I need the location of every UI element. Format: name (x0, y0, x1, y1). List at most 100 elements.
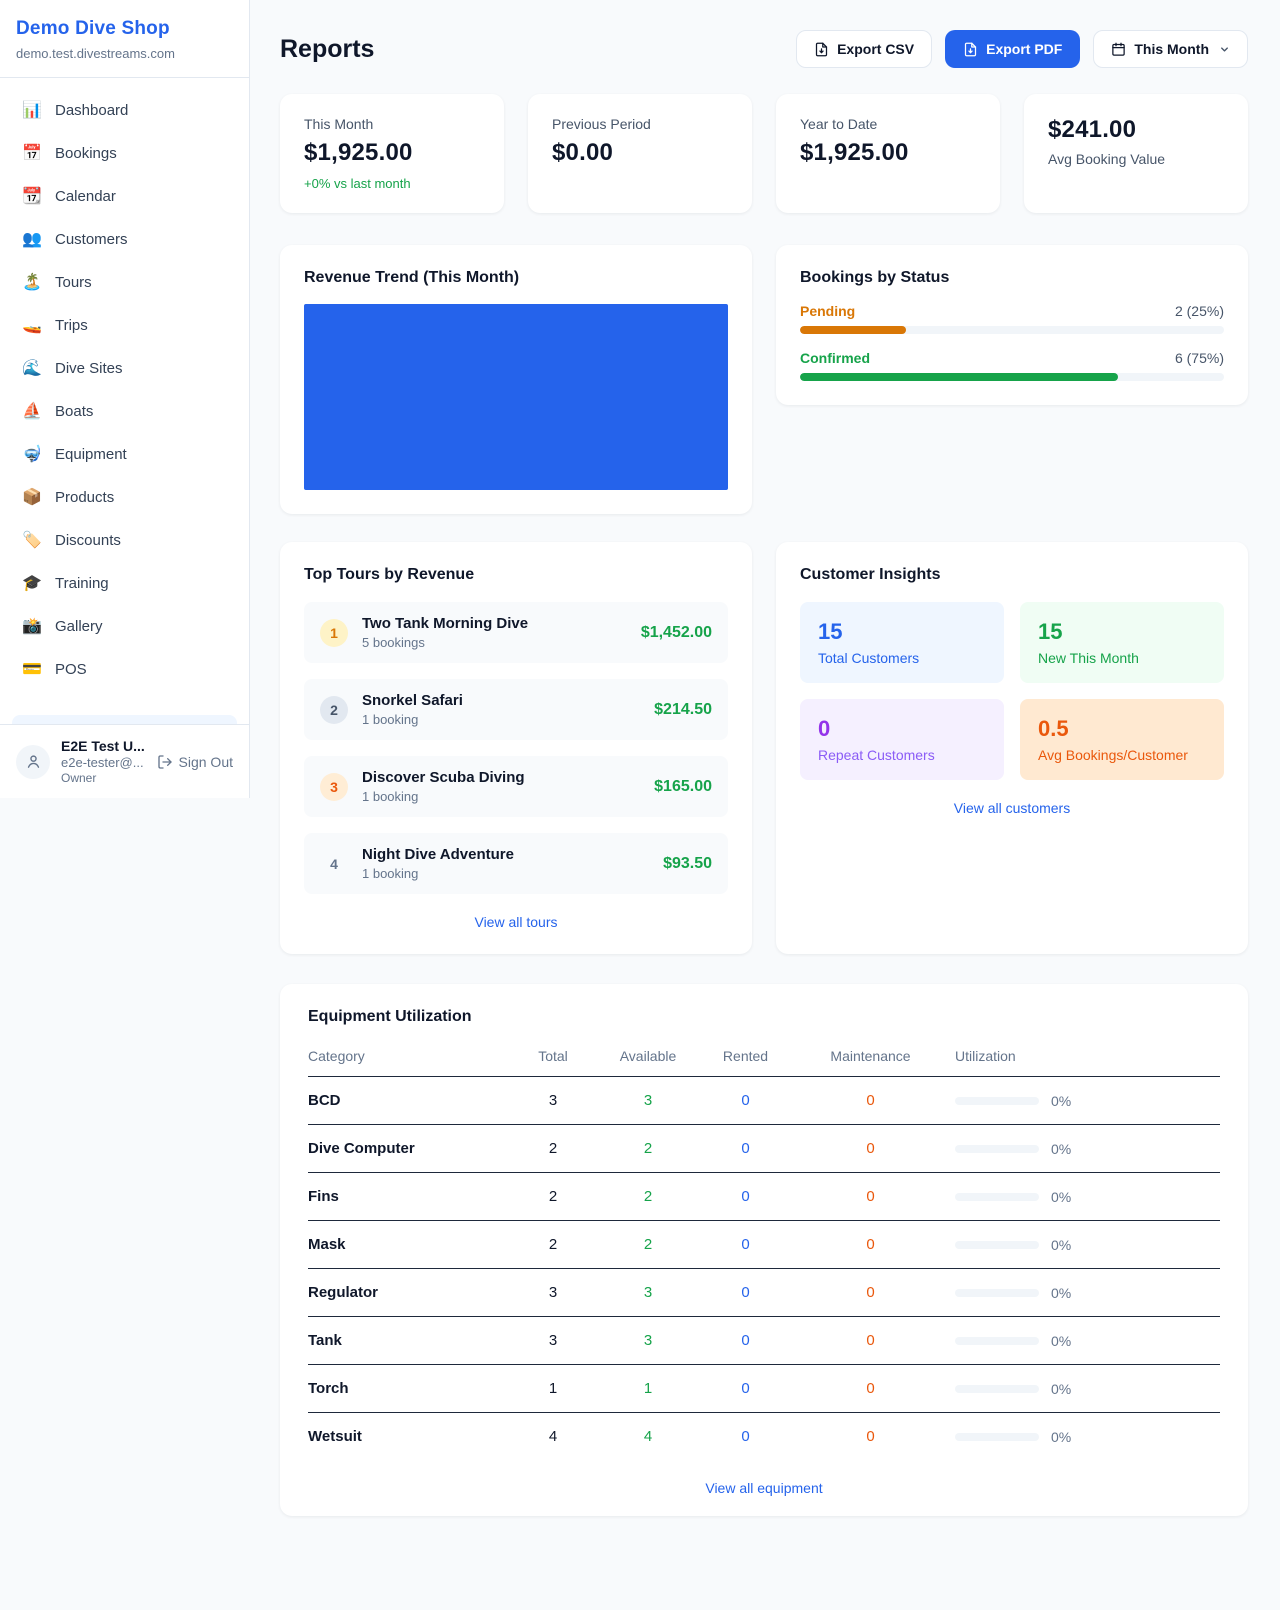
revenue-trend-card: Revenue Trend (This Month) (280, 245, 752, 514)
cell-rented: 0 (693, 1077, 798, 1125)
utilization-bar (955, 1385, 1039, 1393)
table-header-row: Category Total Available Rented Maintena… (308, 1040, 1220, 1077)
view-all-tours-link[interactable]: View all tours (304, 914, 728, 930)
logout-icon (157, 754, 173, 770)
status-bar-fill-pending (800, 326, 906, 334)
sidebar-item-gallery[interactable]: 📸 Gallery (12, 608, 237, 644)
top-tours-card: Top Tours by Revenue 1 Two Tank Morning … (280, 542, 752, 954)
table-row: BCD 3 3 0 0 0% (308, 1077, 1220, 1125)
status-count: 6 (75%) (1175, 350, 1224, 366)
cell-maintenance: 0 (798, 1125, 943, 1173)
camera-icon: 📸 (22, 616, 42, 636)
tour-revenue: $214.50 (654, 701, 712, 719)
cell-available: 2 (603, 1173, 693, 1221)
speedboat-icon: 🚤 (22, 315, 42, 335)
user-role: Owner (61, 771, 146, 785)
charts-row: Revenue Trend (This Month) Bookings by S… (280, 245, 1248, 514)
bookings-by-status-title: Bookings by Status (800, 269, 1224, 287)
sidebar-item-bookings[interactable]: 📅 Bookings (12, 135, 237, 171)
sidebar-item-boats[interactable]: ⛵ Boats (12, 393, 237, 429)
sidebar-item-label: Trips (55, 317, 88, 334)
calendar-date-icon: 📅 (22, 143, 42, 163)
column-header: Available (603, 1040, 693, 1077)
view-all-customers-link[interactable]: View all customers (800, 800, 1224, 816)
cell-total: 3 (503, 1077, 603, 1125)
table-row: Tank 3 3 0 0 0% (308, 1317, 1220, 1365)
insight-label: Total Customers (818, 650, 986, 666)
island-icon: 🏝️ (22, 272, 42, 292)
stat-card-this-month: This Month $1,925.00 +0% vs last month (280, 94, 504, 213)
table-row: Wetsuit 4 4 0 0 0% (308, 1413, 1220, 1461)
stat-value: $1,925.00 (304, 139, 480, 167)
chevron-down-icon (1219, 44, 1230, 55)
export-pdf-button[interactable]: Export PDF (945, 30, 1080, 68)
utilization-percent: 0% (1051, 1141, 1071, 1157)
avatar (16, 745, 50, 779)
page-header: Reports Export CSV Export PDF This Month (280, 30, 1248, 68)
sidebar-item-pos[interactable]: 💳 POS (12, 651, 237, 687)
cell-rented: 0 (693, 1173, 798, 1221)
sidebar-item-label: Gallery (55, 618, 103, 635)
stat-value: $1,925.00 (800, 139, 976, 167)
tour-bookings: 1 booking (362, 712, 640, 727)
insight-grid: 15 Total Customers 15 New This Month 0 R… (800, 602, 1224, 780)
cell-maintenance: 0 (798, 1221, 943, 1269)
equipment-utilization-title: Equipment Utilization (308, 1008, 1220, 1026)
package-icon: 📦 (22, 487, 42, 507)
sidebar-item-dashboard[interactable]: 📊 Dashboard (12, 92, 237, 128)
stat-label: This Month (304, 116, 480, 132)
export-csv-button[interactable]: Export CSV (796, 30, 932, 68)
tour-bookings: 5 bookings (362, 635, 627, 650)
insight-tile-avg-bookings: 0.5 Avg Bookings/Customer (1020, 699, 1224, 780)
view-all-equipment-link[interactable]: View all equipment (308, 1480, 1220, 1496)
tour-name: Night Dive Adventure (362, 846, 649, 863)
tour-bookings: 1 booking (362, 789, 640, 804)
sidebar-item-discounts[interactable]: 🏷️ Discounts (12, 522, 237, 558)
shop-domain: demo.test.divestreams.com (16, 46, 233, 61)
cell-category: Regulator (308, 1269, 503, 1317)
sidebar-item-tours[interactable]: 🏝️ Tours (12, 264, 237, 300)
sidebar-item-equipment[interactable]: 🤿 Equipment (12, 436, 237, 472)
rank-badge: 1 (320, 619, 348, 647)
revenue-trend-chart (304, 304, 728, 490)
header-actions: Export CSV Export PDF This Month (796, 30, 1248, 68)
tour-revenue: $165.00 (654, 778, 712, 796)
column-header: Utilization (943, 1040, 1220, 1077)
stats-row: This Month $1,925.00 +0% vs last month P… (280, 94, 1248, 213)
main-content: Reports Export CSV Export PDF This Month… (280, 0, 1248, 1516)
column-header: Category (308, 1040, 503, 1077)
utilization-bar (955, 1145, 1039, 1153)
sidebar-item-calendar[interactable]: 📆 Calendar (12, 178, 237, 214)
sidebar-item-products[interactable]: 📦 Products (12, 479, 237, 515)
utilization-bar (955, 1193, 1039, 1201)
column-header: Maintenance (798, 1040, 943, 1077)
sidebar-item-training[interactable]: 🎓 Training (12, 565, 237, 601)
sign-out-label: Sign Out (179, 754, 233, 770)
sign-out-button[interactable]: Sign Out (157, 754, 233, 770)
cell-category: Dive Computer (308, 1125, 503, 1173)
sidebar-item-label: Training (55, 575, 109, 592)
tour-row: 4 Night Dive Adventure 1 booking $93.50 (304, 833, 728, 894)
equipment-utilization-card: Equipment Utilization Category Total Ava… (280, 984, 1248, 1516)
sidebar-item-dive-sites[interactable]: 🌊 Dive Sites (12, 350, 237, 386)
file-download-icon (814, 42, 829, 57)
period-dropdown[interactable]: This Month (1093, 30, 1248, 68)
cell-total: 4 (503, 1413, 603, 1461)
cell-maintenance: 0 (798, 1269, 943, 1317)
sidebar-item-reports-partial[interactable] (12, 715, 237, 724)
cell-total: 3 (503, 1317, 603, 1365)
cell-maintenance: 0 (798, 1173, 943, 1221)
cell-maintenance: 0 (798, 1077, 943, 1125)
sidebar-item-label: Bookings (55, 145, 117, 162)
utilization-percent: 0% (1051, 1093, 1071, 1109)
utilization-bar (955, 1289, 1039, 1297)
status-bar-track (800, 326, 1224, 334)
sidebar-item-trips[interactable]: 🚤 Trips (12, 307, 237, 343)
utilization-percent: 0% (1051, 1381, 1071, 1397)
cell-rented: 0 (693, 1317, 798, 1365)
sidebar-item-label: POS (55, 661, 87, 678)
sidebar-item-customers[interactable]: 👥 Customers (12, 221, 237, 257)
file-download-icon (963, 42, 978, 57)
insight-value: 15 (1038, 619, 1206, 645)
customer-insights-card: Customer Insights 15 Total Customers 15 … (776, 542, 1248, 954)
